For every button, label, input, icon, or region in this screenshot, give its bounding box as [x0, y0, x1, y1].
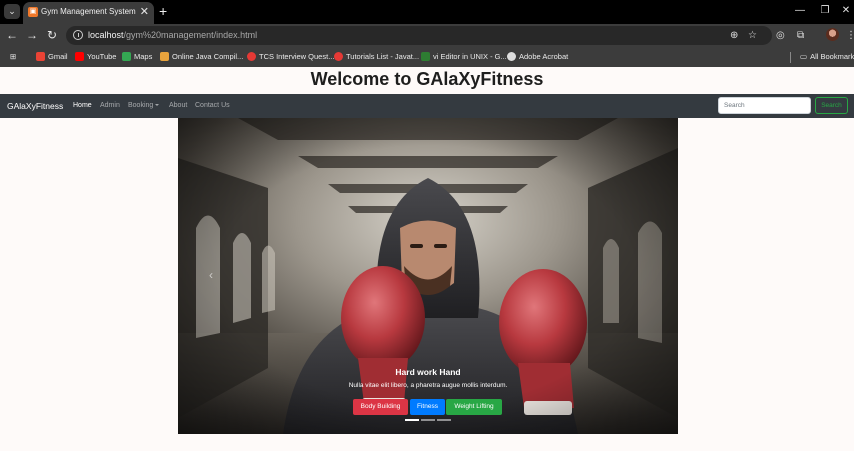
- profile-avatar[interactable]: [826, 28, 839, 41]
- heart-icon: [334, 52, 343, 61]
- minimize-icon[interactable]: —: [792, 3, 808, 19]
- fitness-button[interactable]: Fitness: [410, 399, 445, 415]
- forward-icon[interactable]: →: [25, 27, 39, 43]
- all-bookmarks-label: All Bookmarks: [810, 52, 854, 61]
- compiler-icon: [160, 52, 169, 61]
- bookmark-java-compiler[interactable]: Online Java Compil...: [160, 51, 243, 63]
- navbar-brand[interactable]: GAlaXyFitness: [7, 101, 63, 111]
- gfg-icon: [421, 52, 430, 61]
- gmail-icon: [36, 52, 45, 61]
- browser-tab-bar: ⌄ ▣ Gym Management System ✕ + — ❐ ✕: [0, 0, 854, 24]
- carousel-indicator-1[interactable]: [405, 419, 419, 421]
- bookmark-label: Maps: [134, 52, 153, 61]
- tab-search-button[interactable]: ⌄: [4, 4, 20, 19]
- window-close-icon[interactable]: ✕: [838, 3, 854, 19]
- address-bar[interactable]: localhost/gym%20management/index.html ⊕ …: [66, 26, 772, 45]
- bookmark-maps[interactable]: Maps: [122, 51, 152, 63]
- browser-tab-active[interactable]: ▣ Gym Management System ✕: [23, 2, 154, 24]
- bookmark-gmail[interactable]: Gmail: [36, 51, 68, 63]
- tab-favicon-icon: ▣: [28, 7, 38, 17]
- bookmarks-bar: ⊞ Gmail YouTube Maps Online Java Compil.…: [0, 47, 854, 67]
- page-title: Welcome to GAlaXyFitness: [310, 69, 544, 89]
- nav-link-booking: Booking: [128, 102, 154, 109]
- restore-icon[interactable]: ❐: [817, 3, 833, 19]
- tab-title: Gym Management System: [41, 7, 136, 16]
- browser-toolbar: ← → ↻ localhost/gym%20management/index.h…: [0, 24, 854, 47]
- new-tab-icon[interactable]: +: [159, 3, 167, 19]
- reload-icon[interactable]: ↻: [45, 27, 59, 43]
- back-icon[interactable]: ←: [5, 27, 19, 43]
- zoom-icon[interactable]: ⊕: [730, 28, 738, 43]
- url-path: /gym%20management/index.html: [123, 30, 258, 40]
- nav-link-home[interactable]: Home: [73, 102, 92, 109]
- bookmark-javatpoint[interactable]: Tutorials List - Javat...: [334, 51, 419, 63]
- bookmark-tcs[interactable]: TCS Interview Quest...: [247, 51, 334, 63]
- weight-lifting-button[interactable]: Weight Lifting: [446, 399, 502, 415]
- url-host: localhost: [88, 30, 124, 40]
- globe-icon: [507, 52, 516, 61]
- caret-down-icon: [155, 104, 160, 106]
- hero-carousel: ‹ Hard work Hand Nulla vitae elit libero…: [178, 118, 678, 434]
- menu-kebab-icon[interactable]: ⋮: [846, 28, 854, 43]
- carousel-caption-text: Nulla vitae elit libero, a pharetra augu…: [348, 382, 508, 389]
- chevron-left-icon: ‹: [209, 268, 213, 282]
- bookmark-label: Adobe Acrobat: [519, 52, 569, 61]
- apps-grid-icon[interactable]: ⊞: [10, 51, 16, 63]
- carousel-caption-title: Hard work Hand: [395, 367, 461, 377]
- site-navbar: GAlaXyFitness Home Admin Booking About C…: [0, 94, 854, 118]
- bookmark-adobe[interactable]: Adobe Acrobat: [507, 51, 568, 63]
- extensions-puzzle-icon[interactable]: ⧉: [797, 28, 804, 43]
- body-building-button[interactable]: Body Building: [353, 399, 408, 415]
- folder-icon: ▭: [800, 52, 808, 61]
- search-input[interactable]: [718, 97, 811, 114]
- bookmark-label: TCS Interview Quest...: [259, 52, 335, 61]
- site-info-icon[interactable]: [73, 30, 83, 40]
- bookmarks-divider: [790, 52, 791, 63]
- maps-icon: [122, 52, 131, 61]
- bookmark-label: Online Java Compil...: [172, 52, 244, 61]
- nav-link-admin[interactable]: Admin: [100, 102, 120, 109]
- extension-icon[interactable]: ◎: [776, 28, 785, 43]
- carousel-indicator-2[interactable]: [421, 419, 435, 421]
- heart-icon: [247, 52, 256, 61]
- bookmark-youtube[interactable]: YouTube: [75, 51, 116, 63]
- nav-link-about[interactable]: About: [169, 102, 187, 109]
- url-text[interactable]: localhost/gym%20management/index.html: [88, 30, 257, 40]
- youtube-icon: [75, 52, 84, 61]
- tab-close-icon[interactable]: ✕: [140, 5, 149, 19]
- nav-dropdown-booking[interactable]: Booking: [128, 102, 160, 109]
- bookmark-label: YouTube: [87, 52, 117, 61]
- bookmark-vi-editor[interactable]: vi Editor in UNIX - G...: [421, 51, 507, 63]
- carousel-indicator-3[interactable]: [437, 419, 451, 421]
- bookmark-star-icon[interactable]: ☆: [748, 28, 757, 43]
- bookmark-label: Gmail: [48, 52, 68, 61]
- bookmark-label: Tutorials List - Javat...: [346, 52, 420, 61]
- bookmark-label: vi Editor in UNIX - G...: [433, 52, 507, 61]
- search-button[interactable]: Search: [815, 97, 848, 114]
- nav-link-contact[interactable]: Contact Us: [195, 102, 230, 109]
- all-bookmarks[interactable]: ▭ All Bookmarks: [800, 51, 854, 63]
